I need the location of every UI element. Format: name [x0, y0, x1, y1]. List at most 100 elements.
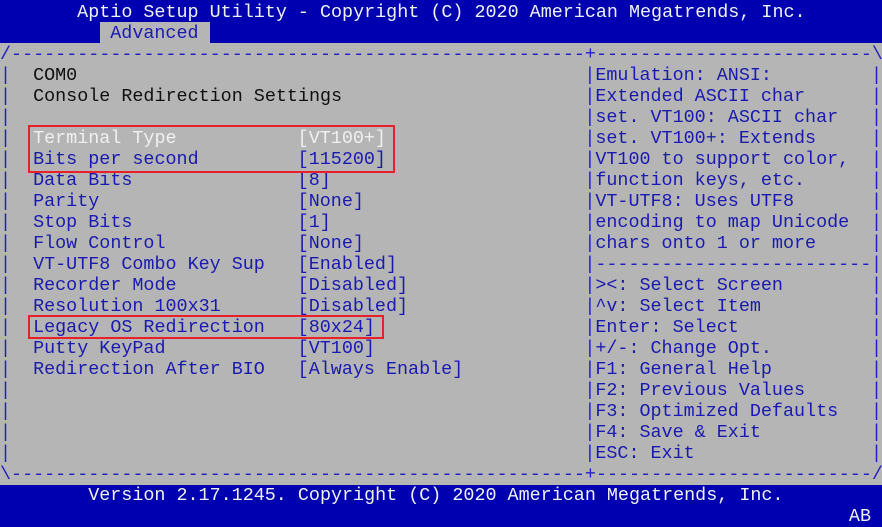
right-border: |: [870, 65, 882, 86]
key-hint: F1: General Help: [595, 359, 772, 380]
setting-label-data-bits[interactable]: Data Bits: [33, 170, 132, 191]
divider: |: [584, 317, 596, 338]
setting-label-parity[interactable]: Parity: [33, 191, 99, 212]
setting-label-stop-bits[interactable]: Stop Bits: [33, 212, 132, 233]
right-border: |: [870, 422, 882, 443]
left-border: |: [0, 107, 12, 128]
divider: |: [584, 212, 596, 233]
divider: |: [584, 233, 596, 254]
divider: |: [584, 401, 596, 422]
footer-badge: AB: [848, 506, 871, 527]
version-text: Version 2.17.1245. Copyright (C) 2020 Am…: [88, 485, 784, 506]
setting-label-redirection-after-bio[interactable]: Redirection After BIO: [33, 359, 265, 380]
left-border: |: [0, 191, 12, 212]
section-title: Console Redirection Settings: [33, 86, 343, 107]
highlight-box-legacy-os: [28, 315, 384, 339]
help-text-line: encoding to map Unicode: [595, 212, 850, 233]
left-border: |: [0, 401, 12, 422]
divider: |: [584, 191, 596, 212]
divider: |: [584, 170, 596, 191]
key-hint: +/-: Change Opt.: [595, 338, 772, 359]
right-border: |: [870, 233, 882, 254]
top-border: /---------------------------------------…: [0, 44, 882, 65]
setting-label-vt-utf8-combo-key-sup[interactable]: VT-UTF8 Combo Key Sup: [33, 254, 265, 275]
left-border: |: [0, 380, 12, 401]
key-hint: ^v: Select Item: [595, 296, 761, 317]
help-text-line: set. VT100: ASCII char: [595, 107, 839, 128]
bottom-border: \---------------------------------------…: [0, 464, 882, 485]
app-title: Aptio Setup Utility - Copyright (C) 2020…: [77, 2, 806, 23]
help-text-line: Emulation: ANSI:: [595, 65, 772, 86]
right-border: |: [870, 86, 882, 107]
divider: |: [584, 338, 596, 359]
setting-value-resolution-100x31[interactable]: [Disabled]: [298, 296, 408, 317]
left-border: |: [0, 443, 12, 464]
left-border: |: [0, 338, 12, 359]
divider: |: [584, 380, 596, 401]
key-hint: F2: Previous Values: [595, 380, 806, 401]
divider: |: [584, 86, 596, 107]
right-border: |: [870, 191, 882, 212]
left-border: |: [0, 317, 12, 338]
left-border: |: [0, 275, 12, 296]
right-border: |: [870, 296, 882, 317]
help-text-line: chars onto 1 or more: [595, 233, 817, 254]
right-border: |: [870, 275, 882, 296]
help-text-line: VT100 to support color,: [595, 149, 850, 170]
right-border: |: [870, 149, 882, 170]
setting-value-flow-control[interactable]: [None]: [298, 233, 364, 254]
help-text-line: Extended ASCII char: [595, 86, 806, 107]
right-border: |: [870, 338, 882, 359]
right-border: |: [870, 401, 882, 422]
port-label: COM0: [33, 65, 78, 86]
divider: |: [584, 296, 596, 317]
left-border: |: [0, 65, 12, 86]
right-border: |: [870, 317, 882, 338]
divider: |: [584, 422, 596, 443]
left-border: |: [0, 128, 12, 149]
divider: |-------------------------: [584, 254, 872, 275]
setting-label-putty-keypad[interactable]: Putty KeyPad: [33, 338, 165, 359]
left-border: |: [0, 359, 12, 380]
key-hint: Enter: Select: [595, 317, 739, 338]
divider: |: [584, 443, 596, 464]
help-text-line: set. VT100+: Extends: [595, 128, 817, 149]
divider: |: [584, 149, 596, 170]
left-border: |: [0, 233, 12, 254]
key-hint: F3: Optimized Defaults: [595, 401, 839, 422]
setting-value-redirection-after-bio[interactable]: [Always Enable]: [298, 359, 464, 380]
right-border: |: [870, 359, 882, 380]
help-text-line: VT-UTF8: Uses UTF8: [595, 191, 794, 212]
divider: |: [584, 65, 596, 86]
tab-advanced[interactable]: Advanced: [110, 23, 198, 44]
setting-value-vt-utf8-combo-key-sup[interactable]: [Enabled]: [298, 254, 397, 275]
left-border: |: [0, 86, 12, 107]
right-border: |: [870, 443, 882, 464]
setting-value-data-bits[interactable]: [8]: [298, 170, 331, 191]
setting-value-parity[interactable]: [None]: [298, 191, 364, 212]
setting-label-flow-control[interactable]: Flow Control: [33, 233, 165, 254]
divider: |: [584, 128, 596, 149]
setting-label-recorder-mode[interactable]: Recorder Mode: [33, 275, 176, 296]
key-hint: F4: Save & Exit: [595, 422, 761, 443]
right-border: |: [870, 212, 882, 233]
key-hint: ESC: Exit: [595, 443, 695, 464]
right-border: |: [870, 254, 882, 275]
setting-value-putty-keypad[interactable]: [VT100]: [298, 338, 375, 359]
setting-value-recorder-mode[interactable]: [Disabled]: [298, 275, 408, 296]
left-border: |: [0, 170, 12, 191]
left-border: |: [0, 149, 12, 170]
divider: |: [584, 107, 596, 128]
divider: |: [584, 275, 596, 296]
setting-value-stop-bits[interactable]: [1]: [298, 212, 331, 233]
left-border: |: [0, 296, 12, 317]
left-border: |: [0, 254, 12, 275]
right-border: |: [870, 170, 882, 191]
right-border: |: [870, 128, 882, 149]
key-hint: ><: Select Screen: [595, 275, 783, 296]
highlight-box-terminal-bits: [28, 125, 395, 173]
help-text-line: function keys, etc.: [595, 170, 806, 191]
right-border: |: [870, 107, 882, 128]
setting-label-resolution-100x31[interactable]: Resolution 100x31: [33, 296, 221, 317]
divider: |: [584, 359, 596, 380]
